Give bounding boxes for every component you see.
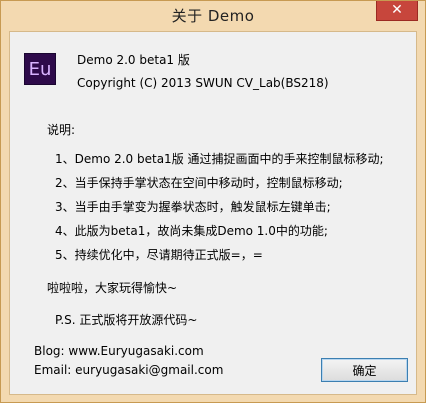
ps-text: P.S. 正式版将开放源代码~	[55, 313, 198, 327]
ok-button[interactable]: 确定	[321, 358, 408, 382]
app-name-version: Demo 2.0 beta1 版	[77, 53, 190, 67]
dialog-content: Eu Demo 2.0 beta1 版 Copyright (C) 2013 S…	[9, 31, 417, 395]
note-item: 1、Demo 2.0 beta1版 通过捕捉画面中的手来控制鼠标移动;	[55, 152, 384, 166]
note-item: 5、持续优化中，尽请期待正式版=，=	[55, 248, 263, 262]
note-item: 4、此版为beta1，故尚未集成Demo 1.0中的功能;	[55, 224, 328, 238]
email-text: Email: euryugasaki@gmail.com	[34, 363, 224, 377]
app-logo-icon: Eu	[28, 58, 52, 80]
about-dialog-window: 关于 Demo ✕ Eu Demo 2.0 beta1 版 Copyright …	[0, 0, 426, 403]
notes-heading: 说明:	[47, 123, 76, 137]
app-logo: Eu	[24, 53, 56, 85]
greeting-text: 啦啦啦，大家玩得愉快~	[47, 281, 178, 295]
blog-text: Blog: www.Euryugasaki.com	[34, 344, 204, 358]
close-button[interactable]: ✕	[376, 1, 418, 21]
close-icon: ✕	[391, 2, 403, 18]
note-item: 3、当手由手掌变为握拳状态时，触发鼠标左键单击;	[55, 200, 331, 214]
copyright-text: Copyright (C) 2013 SWUN CV_Lab(BS218)	[77, 76, 329, 90]
title-bar[interactable]: 关于 Demo ✕	[1, 1, 425, 31]
window-title: 关于 Demo	[171, 7, 255, 25]
note-item: 2、当手保持手掌状态在空间中移动时，控制鼠标移动;	[55, 176, 343, 190]
